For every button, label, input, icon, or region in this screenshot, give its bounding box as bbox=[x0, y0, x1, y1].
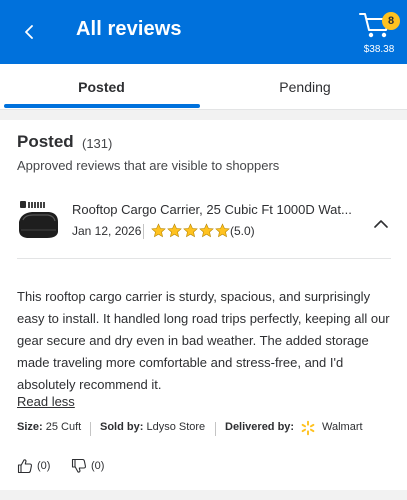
size-info: Size: 25 Cuft bbox=[17, 421, 81, 433]
back-button[interactable] bbox=[14, 16, 46, 48]
not-helpful-count: (0) bbox=[91, 460, 105, 472]
bottom-divider bbox=[0, 490, 407, 500]
chevron-left-icon bbox=[25, 25, 33, 39]
size-label: Size: bbox=[17, 421, 43, 433]
tab-selected-indicator bbox=[4, 104, 200, 108]
review-date: Jan 12, 2026 bbox=[72, 224, 142, 238]
thumbs-up-icon bbox=[17, 459, 32, 474]
date-separator bbox=[143, 224, 144, 239]
meta-separator bbox=[90, 422, 91, 436]
meta-separator bbox=[215, 422, 216, 436]
read-less-link[interactable]: Read less bbox=[17, 394, 75, 409]
sold-by-value: Ldyso Store bbox=[146, 421, 206, 433]
thumbs-up-button[interactable]: (0) bbox=[17, 458, 50, 474]
star-icon bbox=[183, 223, 198, 238]
star-icon bbox=[151, 223, 166, 238]
page-title: All reviews bbox=[76, 18, 182, 40]
delivered-by-value: Walmart bbox=[322, 421, 363, 433]
walmart-spark-icon bbox=[301, 420, 315, 436]
helpful-count: (0) bbox=[37, 460, 51, 472]
cart-button[interactable]: 8 $38.38 bbox=[354, 6, 402, 60]
cart-total: $38.38 bbox=[363, 44, 395, 55]
rating-text: (5.0) bbox=[230, 224, 255, 238]
section-count: (131) bbox=[82, 136, 113, 151]
review-meta: Size: 25 Cuft Sold by: Ldyso Store Deliv… bbox=[17, 420, 393, 437]
review-product-row[interactable]: Rooftop Cargo Carrier, 25 Cubic Ft 1000D… bbox=[17, 198, 391, 258]
star-icon bbox=[199, 223, 214, 238]
helpfulness-row: (0) (0) bbox=[17, 458, 217, 478]
delivered-by-label: Delivered by: bbox=[225, 421, 295, 433]
collapse-button[interactable] bbox=[369, 212, 393, 236]
section-subtitle: Approved reviews that are visible to sho… bbox=[17, 158, 280, 173]
product-name: Rooftop Cargo Carrier, 25 Cubic Ft 1000D… bbox=[72, 202, 352, 217]
section-divider bbox=[0, 110, 407, 120]
thumbs-down-button[interactable]: (0) bbox=[71, 458, 104, 474]
row-divider bbox=[17, 258, 391, 259]
review-text: This rooftop cargo carrier is sturdy, sp… bbox=[17, 289, 390, 392]
size-value: 25 Cuft bbox=[45, 421, 82, 433]
tab-pending[interactable]: Pending bbox=[203, 64, 407, 110]
chevron-up-icon bbox=[374, 220, 388, 228]
product-thumbnail bbox=[19, 201, 58, 238]
sold-by-info: Sold by: Ldyso Store bbox=[100, 421, 205, 433]
star-rating bbox=[151, 223, 230, 238]
section-title: Posted bbox=[17, 132, 74, 151]
thumbs-down-icon bbox=[71, 458, 86, 473]
delivered-by-info: Delivered by: bbox=[225, 421, 294, 433]
cart-count-badge: 8 bbox=[382, 12, 400, 30]
sold-by-label: Sold by: bbox=[100, 421, 144, 433]
star-icon bbox=[167, 223, 182, 238]
app-header: All reviews 8 $38.38 bbox=[0, 0, 407, 64]
star-icon bbox=[215, 223, 230, 238]
